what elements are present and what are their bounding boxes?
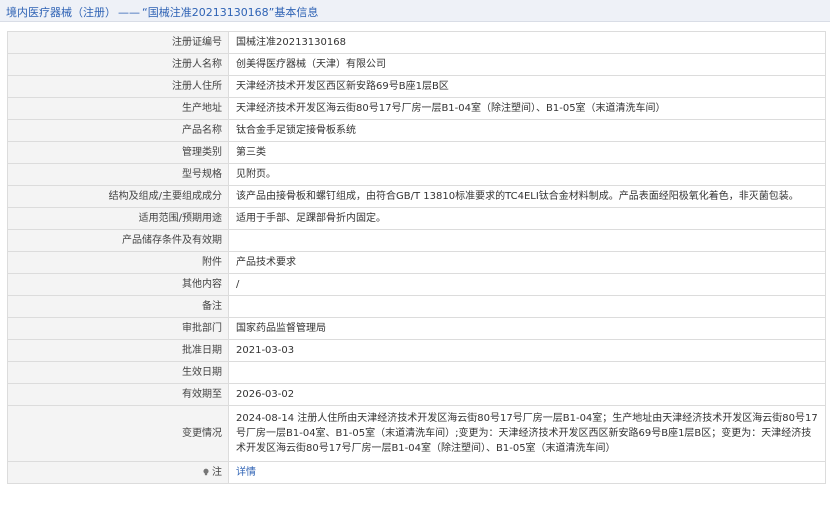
field-value: 适用于手部、足踝部骨折内固定。 (228, 207, 826, 230)
field-value (228, 295, 826, 318)
table-row: 附件 产品技术要求 (7, 251, 826, 274)
field-value: 见附页。 (228, 163, 826, 186)
table-row: 适用范围/预期用途 适用于手部、足踝部骨折内固定。 (7, 207, 826, 230)
field-label: 审批部门 (7, 317, 229, 340)
info-table: 注册证编号 国械注准20213130168 注册人名称 创美得医疗器械（天津）有限公司… (7, 31, 826, 484)
table-row: 生效日期 (7, 361, 826, 384)
field-value: 2026-03-02 (228, 383, 826, 406)
table-row: 注册人住所 天津经济技术开发区西区新安路69号B座1层B区 (7, 75, 826, 98)
info-table-body: 注册证编号 国械注准20213130168 注册人名称 创美得医疗器械（天津）有限公司… (7, 31, 826, 484)
field-value: / (228, 273, 826, 296)
table-row: 有效期至 2026-03-02 (7, 383, 826, 406)
table-row: 备注 (7, 295, 826, 318)
table-row: 审批部门 国家药品监督管理局 (7, 317, 826, 340)
field-value: 该产品由接骨板和螺钉组成，由符合GB/T 13810标准要求的TC4ELI钛合金… (228, 185, 826, 208)
field-label: 注册人名称 (7, 53, 229, 76)
field-label: 生产地址 (7, 97, 229, 120)
field-label: 变更情况 (7, 405, 229, 462)
field-label: 型号规格 (7, 163, 229, 186)
table-row: 批准日期 2021-03-03 (7, 339, 826, 362)
record-title: “国械注准20213130168”基本信息 (142, 6, 319, 19)
field-label: 其他内容 (7, 273, 229, 296)
field-label: 产品名称 (7, 119, 229, 142)
field-label: 注册人住所 (7, 75, 229, 98)
field-value: 天津经济技术开发区西区新安路69号B座1层B区 (228, 75, 826, 98)
note-label: 注 (212, 466, 222, 478)
field-value: 国械注准20213130168 (228, 31, 826, 54)
field-value (228, 229, 826, 252)
field-value: 钛合金手足锁定接骨板系统 (228, 119, 826, 142)
note-row: 注 详情 (7, 461, 826, 484)
details-link[interactable]: 详情 (236, 467, 256, 478)
field-label: 管理类别 (7, 141, 229, 164)
table-row: 管理类别 第三类 (7, 141, 826, 164)
field-label: 生效日期 (7, 361, 229, 384)
breadcrumb-category: 境内医疗器械（注册） (6, 6, 116, 19)
table-row: 其他内容 / (7, 273, 826, 296)
lightbulb-icon (203, 468, 209, 475)
breadcrumb-separator: —— (118, 6, 140, 19)
field-value: 2024-08-14 注册人住所由天津经济技术开发区海云街80号17号厂房一层B… (228, 405, 826, 462)
table-row: 变更情况 2024-08-14 注册人住所由天津经济技术开发区海云街80号17号厂… (7, 405, 826, 462)
field-label: 适用范围/预期用途 (7, 207, 229, 230)
field-label: 批准日期 (7, 339, 229, 362)
table-row: 型号规格 见附页。 (7, 163, 826, 186)
field-value: 2021-03-03 (228, 339, 826, 362)
field-value (228, 361, 826, 384)
field-value: 创美得医疗器械（天津）有限公司 (228, 53, 826, 76)
field-label: 结构及组成/主要组成成分 (7, 185, 229, 208)
table-row: 产品储存条件及有效期 (7, 229, 826, 252)
field-value: 天津经济技术开发区海云街80号17号厂房一层B1-04室（除注塑间）、B1-05… (228, 97, 826, 120)
table-row: 结构及组成/主要组成成分 该产品由接骨板和螺钉组成，由符合GB/T 13810标准… (7, 185, 826, 208)
note-value-cell: 详情 (228, 461, 826, 484)
field-label: 产品储存条件及有效期 (7, 229, 229, 252)
field-value: 国家药品监督管理局 (228, 317, 826, 340)
table-row: 注册人名称 创美得医疗器械（天津）有限公司 (7, 53, 826, 76)
header-title: 境内医疗器械（注册） —— “国械注准20213130168”基本信息 (6, 4, 318, 20)
field-label: 注册证编号 (7, 31, 229, 54)
field-label: 附件 (7, 251, 229, 274)
table-row: 产品名称 钛合金手足锁定接骨板系统 (7, 119, 826, 142)
table-row: 注册证编号 国械注准20213130168 (7, 31, 826, 54)
field-value: 第三类 (228, 141, 826, 164)
page-header: 境内医疗器械（注册） —— “国械注准20213130168”基本信息 (0, 0, 830, 22)
field-label: 备注 (7, 295, 229, 318)
field-label: 有效期至 (7, 383, 229, 406)
note-label-cell: 注 (7, 461, 229, 484)
table-row: 生产地址 天津经济技术开发区海云街80号17号厂房一层B1-04室（除注塑间）、B… (7, 97, 826, 120)
field-value: 产品技术要求 (228, 251, 826, 274)
